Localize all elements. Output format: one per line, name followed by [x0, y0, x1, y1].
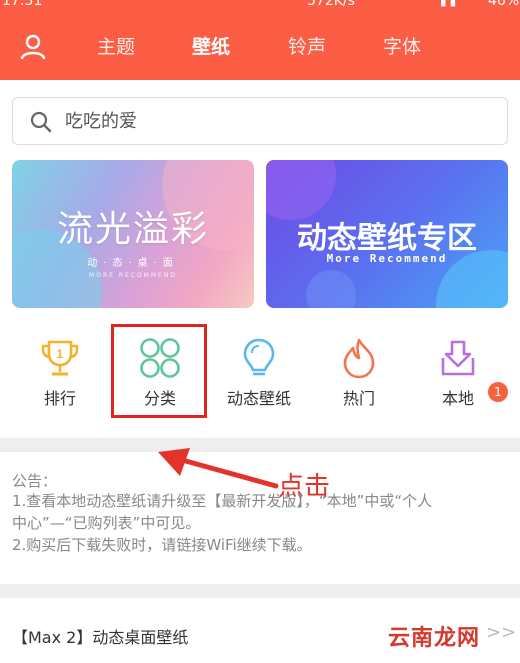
more-button[interactable]: >> — [486, 622, 516, 643]
category-live-wallpaper-label: 动态壁纸 — [226, 389, 291, 408]
notice-title: 公告： — [12, 472, 58, 490]
status-battery: 46% — [488, 0, 520, 9]
bulb-icon — [243, 338, 275, 376]
notice-line-2: 中心”—“已购列表”中可见。 — [12, 514, 201, 532]
trophy-icon: 1 — [41, 340, 79, 376]
tab-theme[interactable]: 主题 — [97, 34, 135, 60]
banner-live-wallpaper-zone[interactable]: 动态壁纸专区 More Recommend — [266, 160, 508, 308]
signal-icon: ▮▮ — [440, 0, 460, 8]
tab-wallpaper[interactable]: 壁纸 — [192, 34, 230, 60]
category-local[interactable]: 本地 1 — [414, 330, 508, 420]
notice-line-3: 2.购买后下载失败时，请链接WiFi继续下载。 — [12, 536, 312, 554]
category-ranking-label: 排行 — [43, 389, 76, 408]
section-divider-2 — [0, 584, 520, 598]
notification-badge: 1 — [488, 382, 508, 402]
banner-left-subtitle: 动·态·桌·面 — [87, 258, 179, 269]
tab-ringtone[interactable]: 铃声 — [288, 34, 326, 60]
flame-icon — [343, 338, 375, 379]
section-title: 【Max 2】动态桌面壁纸 — [12, 628, 189, 647]
watermark: 云南龙网 — [388, 626, 481, 651]
status-bar: 17:51 572K/s ▮▮ 46% — [0, 0, 520, 12]
annotation-highlight-box — [111, 324, 207, 418]
svg-text:1: 1 — [57, 347, 64, 361]
tab-font[interactable]: 字体 — [383, 34, 421, 60]
banner-right-subtitle: More Recommend — [326, 252, 448, 265]
search-input[interactable]: 吃吃的爱 — [12, 97, 508, 145]
category-hot-label: 热门 — [342, 389, 375, 408]
category-hot[interactable]: 热门 — [315, 330, 403, 420]
banner-right-title: 动态壁纸专区 — [297, 221, 477, 256]
category-live-wallpaper[interactable]: 动态壁纸 — [215, 330, 303, 420]
search-placeholder: 吃吃的爱 — [65, 111, 137, 132]
download-icon — [441, 340, 475, 376]
status-time: 17:51 — [2, 0, 43, 9]
user-icon[interactable] — [20, 34, 46, 60]
notice-line-1: 1.查看本地动态壁纸请升级至【最新开发版】，“本地”中或“个人 — [12, 492, 433, 510]
app-header: 17:51 572K/s ▮▮ 46% 主题 壁纸 铃声 字体 — [0, 0, 520, 80]
status-network-speed: 572K/s — [307, 0, 355, 9]
banner-left-title: 流光溢彩 — [56, 209, 209, 250]
search-icon — [30, 111, 52, 133]
banner-left-caption: MORE RECOMMEND — [89, 272, 177, 279]
category-ranking[interactable]: 1 排行 — [16, 330, 104, 420]
banner-flowing-colors[interactable]: 流光溢彩 动·态·桌·面 MORE RECOMMEND — [12, 160, 254, 308]
